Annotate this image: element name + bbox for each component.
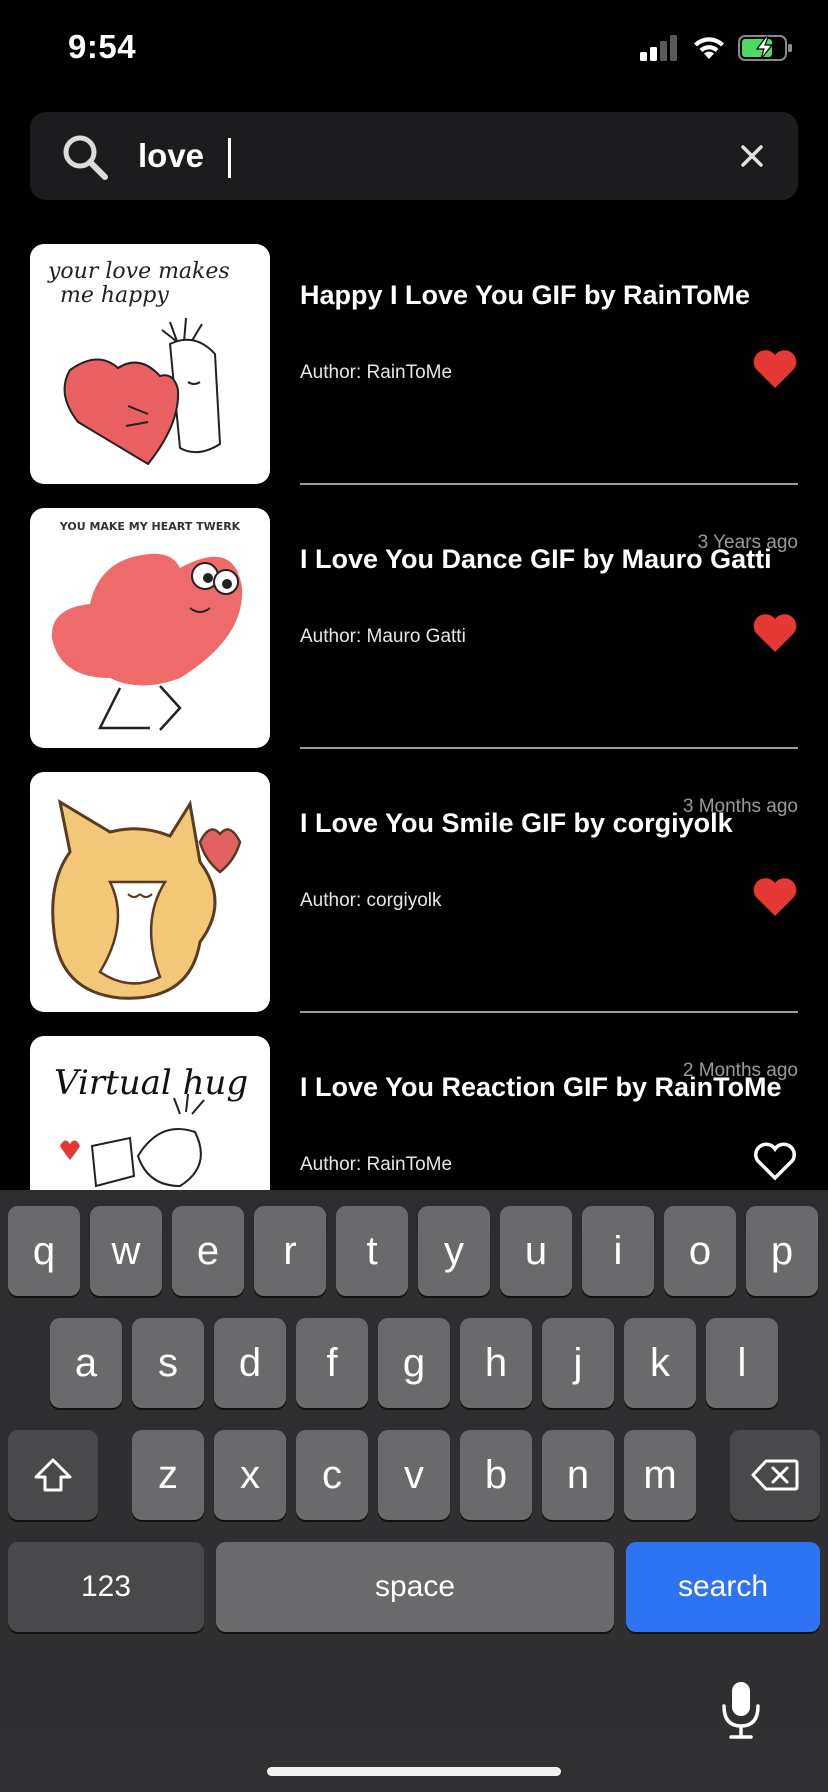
thumb-caption: your love makes — [47, 259, 230, 284]
key-l[interactable]: l — [706, 1318, 778, 1408]
key-g[interactable]: g — [378, 1318, 450, 1408]
search-icon — [63, 135, 108, 180]
shift-icon — [34, 1458, 72, 1492]
home-indicator[interactable] — [267, 1767, 561, 1776]
battery-charging-icon — [738, 35, 792, 61]
text-caret — [228, 138, 231, 178]
gif-thumbnail[interactable]: Virtual hug — [30, 1036, 270, 1190]
row-divider — [300, 483, 798, 485]
key-t[interactable]: t — [336, 1206, 408, 1296]
wifi-icon — [694, 37, 724, 59]
key-o[interactable]: o — [664, 1206, 736, 1296]
backspace-key[interactable] — [730, 1430, 820, 1520]
status-bar: 9:54 — [0, 0, 828, 100]
status-time: 9:54 — [68, 28, 137, 65]
keyboard-row-4: 123 space search — [0, 1542, 828, 1632]
key-h[interactable]: h — [460, 1318, 532, 1408]
numbers-key[interactable]: 123 — [8, 1542, 204, 1632]
key-z[interactable]: z — [132, 1430, 204, 1520]
row-divider — [300, 747, 798, 749]
thumb-caption: Virtual hug — [54, 1063, 248, 1103]
cellular-signal-icon — [640, 35, 677, 61]
result-row[interactable]: your love makes me happy Happy I Love Yo… — [0, 244, 828, 508]
close-icon[interactable] — [732, 136, 772, 176]
key-c[interactable]: c — [296, 1430, 368, 1520]
search-input[interactable] — [138, 126, 698, 186]
microphone-icon[interactable] — [720, 1680, 762, 1740]
gif-thumbnail[interactable]: your love makes me happy — [30, 244, 270, 484]
gif-title: I Love You Smile GIF by corgiyolk — [300, 808, 733, 838]
search-key[interactable]: search — [626, 1542, 820, 1632]
key-a[interactable]: a — [50, 1318, 122, 1408]
status-icons — [640, 34, 794, 62]
key-e[interactable]: e — [172, 1206, 244, 1296]
result-row[interactable]: Virtual hug 2 Months ago I Love You Reac… — [0, 1036, 828, 1190]
result-row[interactable]: YOU MAKE MY HEART TWERK 3 Years ago I Lo… — [0, 508, 828, 772]
space-key[interactable]: space — [216, 1542, 614, 1632]
thumb-caption: YOU MAKE MY HEART TWERK — [59, 520, 241, 533]
heart-filled-icon[interactable] — [752, 876, 798, 918]
gif-title: I Love You Reaction GIF by RainToMe — [300, 1072, 782, 1102]
key-j[interactable]: j — [542, 1318, 614, 1408]
results-list: your love makes me happy Happy I Love Yo… — [0, 244, 828, 1190]
row-divider — [300, 1011, 798, 1013]
result-row[interactable]: 3 Months ago I Love You Smile GIF by cor… — [0, 772, 828, 1036]
search-bar — [30, 112, 798, 200]
heart-outline-icon[interactable] — [752, 1140, 798, 1182]
key-i[interactable]: i — [582, 1206, 654, 1296]
key-p[interactable]: p — [746, 1206, 818, 1296]
gif-title: I Love You Dance GIF by Mauro Gatti — [300, 544, 772, 574]
gif-thumbnail[interactable]: YOU MAKE MY HEART TWERK — [30, 508, 270, 748]
gif-author: Author: Mauro Gatti — [300, 626, 466, 647]
key-k[interactable]: k — [624, 1318, 696, 1408]
key-v[interactable]: v — [378, 1430, 450, 1520]
key-m[interactable]: m — [624, 1430, 696, 1520]
thumb-caption: me happy — [60, 283, 169, 308]
backspace-icon — [751, 1459, 799, 1491]
gif-author: Author: RainToMe — [300, 362, 453, 383]
heart-filled-icon[interactable] — [752, 612, 798, 654]
key-b[interactable]: b — [460, 1430, 532, 1520]
shift-key[interactable] — [8, 1430, 98, 1520]
gif-author: Author: corgiyolk — [300, 890, 442, 911]
gif-thumbnail[interactable] — [30, 772, 270, 1012]
key-q[interactable]: q — [8, 1206, 80, 1296]
key-w[interactable]: w — [90, 1206, 162, 1296]
keyboard-row-3: z x c v b n m — [0, 1430, 828, 1520]
key-n[interactable]: n — [542, 1430, 614, 1520]
keyboard-row-2: a s d f g h j k l — [0, 1318, 828, 1408]
gif-author: Author: RainToMe — [300, 1154, 453, 1175]
key-r[interactable]: r — [254, 1206, 326, 1296]
key-f[interactable]: f — [296, 1318, 368, 1408]
key-s[interactable]: s — [132, 1318, 204, 1408]
heart-filled-icon[interactable] — [752, 348, 798, 390]
key-x[interactable]: x — [214, 1430, 286, 1520]
gif-title: Happy I Love You GIF by RainToMe — [300, 280, 751, 310]
key-y[interactable]: y — [418, 1206, 490, 1296]
key-d[interactable]: d — [214, 1318, 286, 1408]
on-screen-keyboard: q w e r t y u i o p a s d f g h j k l z … — [0, 1190, 828, 1792]
keyboard-row-1: q w e r t y u i o p — [0, 1206, 828, 1296]
key-u[interactable]: u — [500, 1206, 572, 1296]
